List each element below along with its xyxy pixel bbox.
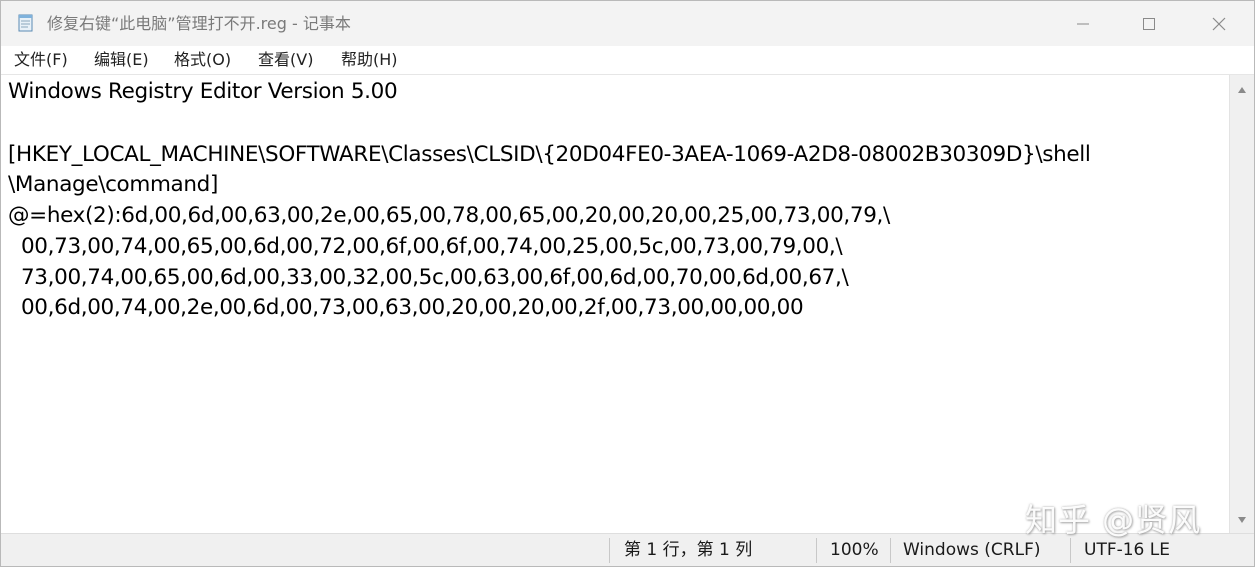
menu-help[interactable]: 帮助(H) [341, 46, 398, 74]
status-separator [1070, 538, 1071, 563]
scroll-down-arrow-icon[interactable] [1237, 515, 1247, 525]
scroll-up-arrow-icon[interactable] [1237, 85, 1247, 95]
status-separator [890, 538, 891, 563]
close-icon [1212, 17, 1226, 30]
minimize-icon [1077, 23, 1089, 24]
editor-line: [HKEY_LOCAL_MACHINE\SOFTWARE\Classes\CLS… [8, 142, 1091, 167]
status-zoom: 100% [830, 540, 879, 560]
notepad-icon [16, 13, 36, 33]
minimize-button[interactable] [1055, 1, 1111, 46]
zhihu-watermark: 知乎 @贤风 [1025, 501, 1202, 539]
vertical-scrollbar[interactable] [1229, 75, 1254, 533]
menu-edit[interactable]: 编辑(E) [94, 46, 149, 74]
notepad-window: 修复右键“此电脑”管理打不开.reg - 记事本 文件(F) 编辑(E) 格式(… [0, 0, 1255, 567]
maximize-button[interactable] [1121, 1, 1177, 46]
status-separator [816, 538, 817, 563]
menu-view[interactable]: 查看(V) [258, 46, 313, 74]
menu-bar: 文件(F) 编辑(E) 格式(O) 查看(V) 帮助(H) [1, 46, 1254, 75]
menu-format[interactable]: 格式(O) [174, 46, 231, 74]
text-editor[interactable]: Windows Registry Editor Version 5.00 [HK… [1, 75, 1229, 533]
menu-file[interactable]: 文件(F) [14, 46, 68, 74]
editor-line: Windows Registry Editor Version 5.00 [8, 79, 398, 104]
window-title: 修复右键“此电脑”管理打不开.reg - 记事本 [47, 14, 351, 33]
close-button[interactable] [1191, 1, 1247, 46]
editor-line: @=hex(2):6d,00,6d,00,63,00,2e,00,65,00,7… [8, 203, 890, 228]
maximize-icon [1143, 17, 1155, 30]
status-cursor-position: 第 1 行，第 1 列 [624, 540, 753, 560]
status-separator [609, 538, 610, 563]
editor-line: 73,00,74,00,65,00,6d,00,33,00,32,00,5c,0… [8, 265, 849, 290]
editor-line: 00,6d,00,74,00,2e,00,6d,00,73,00,63,00,2… [8, 295, 804, 320]
editor-line: \Manage\command] [8, 172, 218, 197]
status-line-ending: Windows (CRLF) [903, 540, 1041, 560]
editor-line: 00,73,00,74,00,65,00,6d,00,72,00,6f,00,6… [8, 234, 843, 259]
title-bar[interactable]: 修复右键“此电脑”管理打不开.reg - 记事本 [1, 1, 1254, 46]
